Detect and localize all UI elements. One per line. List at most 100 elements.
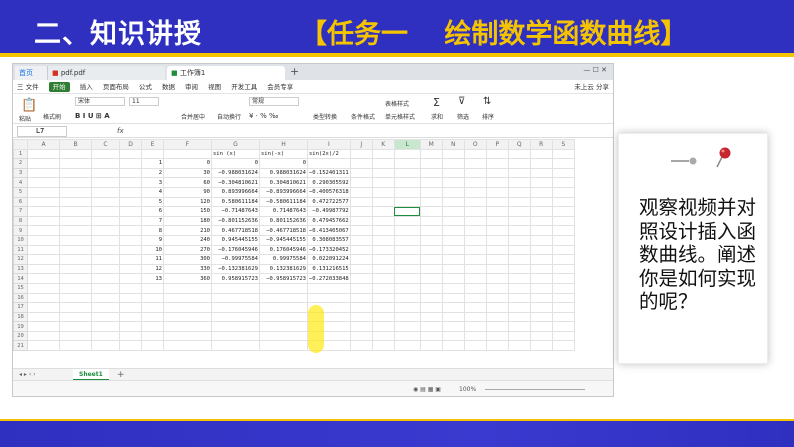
cell-o10[interactable] bbox=[463, 234, 487, 246]
menu-data[interactable]: 数据 bbox=[162, 80, 175, 94]
cell-j3[interactable] bbox=[349, 167, 373, 179]
cell-d3[interactable] bbox=[119, 167, 142, 179]
paste-icon[interactable]: 📋 bbox=[21, 98, 37, 113]
cell-j20[interactable] bbox=[349, 330, 373, 342]
cell-e16[interactable] bbox=[141, 292, 164, 304]
cell-i6[interactable]: 0.472722577 bbox=[307, 196, 351, 208]
cell-o15[interactable] bbox=[463, 282, 487, 294]
cell-l1[interactable] bbox=[393, 148, 421, 160]
cell-n4[interactable] bbox=[441, 177, 465, 188]
cell-e19[interactable] bbox=[141, 321, 164, 332]
cell-p14[interactable] bbox=[485, 273, 509, 284]
cell-d21[interactable] bbox=[119, 340, 142, 352]
cell-i14[interactable]: −0.272033848 bbox=[307, 273, 351, 284]
row-header[interactable]: 17 bbox=[13, 302, 28, 313]
cell-s17[interactable] bbox=[551, 302, 575, 313]
cell-k1[interactable] bbox=[371, 148, 395, 160]
number-format-select[interactable]: 常规 bbox=[249, 97, 299, 106]
cell-c6[interactable] bbox=[91, 196, 120, 208]
cell-n13[interactable] bbox=[441, 263, 465, 275]
column-header-d[interactable]: D bbox=[119, 139, 142, 150]
row-header[interactable]: 7 bbox=[13, 206, 28, 217]
cell-q7[interactable] bbox=[507, 206, 531, 217]
cloud-share[interactable]: 未上云 分享 bbox=[574, 80, 609, 94]
cell-c16[interactable] bbox=[91, 292, 120, 304]
cell-b2[interactable] bbox=[59, 158, 92, 169]
cell-g5[interactable]: 0.893996664 bbox=[211, 186, 260, 198]
cell-l4[interactable] bbox=[393, 177, 421, 188]
cell-p15[interactable] bbox=[485, 282, 509, 294]
cell-p19[interactable] bbox=[485, 321, 509, 332]
cell-f11[interactable]: 270 bbox=[163, 244, 212, 256]
cell-a16[interactable] bbox=[27, 292, 60, 304]
cell-l12[interactable] bbox=[393, 254, 421, 265]
cell-r2[interactable] bbox=[529, 158, 553, 169]
cell-d19[interactable] bbox=[119, 321, 142, 332]
cell-f21[interactable] bbox=[163, 340, 212, 352]
cell-d17[interactable] bbox=[119, 302, 142, 313]
cell-d5[interactable] bbox=[119, 186, 142, 198]
cell-o13[interactable] bbox=[463, 263, 487, 275]
column-header-p[interactable]: P bbox=[485, 139, 509, 150]
cell-d1[interactable] bbox=[119, 148, 142, 160]
cell-f3[interactable]: 30 bbox=[163, 167, 212, 179]
cell-e2[interactable]: 1 bbox=[141, 158, 164, 169]
cell-l6[interactable] bbox=[393, 196, 421, 208]
cell-i7[interactable]: −0.49987792 bbox=[307, 206, 351, 217]
cell-i16[interactable] bbox=[307, 292, 351, 304]
cell-k10[interactable] bbox=[371, 234, 395, 246]
cell-l3[interactable] bbox=[393, 167, 421, 179]
row-header[interactable]: 13 bbox=[13, 263, 28, 275]
cell-l20[interactable] bbox=[393, 330, 421, 342]
column-header-c[interactable]: C bbox=[91, 139, 120, 150]
cell-g18[interactable] bbox=[211, 311, 260, 323]
cell-i2[interactable] bbox=[307, 158, 351, 169]
cell-r18[interactable] bbox=[529, 311, 553, 323]
cell-c21[interactable] bbox=[91, 340, 120, 352]
font-size-select[interactable]: 11 bbox=[129, 97, 159, 106]
cell-s1[interactable] bbox=[551, 148, 575, 160]
cell-p16[interactable] bbox=[485, 292, 509, 304]
column-header-b[interactable]: B bbox=[59, 139, 92, 150]
cell-m19[interactable] bbox=[419, 321, 443, 332]
column-header-q[interactable]: Q bbox=[507, 139, 531, 150]
cell-s12[interactable] bbox=[551, 254, 575, 265]
cell-q13[interactable] bbox=[507, 263, 531, 275]
cell-h4[interactable]: 0.304810621 bbox=[259, 177, 308, 188]
cell-n17[interactable] bbox=[441, 302, 465, 313]
cell-c14[interactable] bbox=[91, 273, 120, 284]
sum-icon[interactable]: Σ bbox=[433, 96, 440, 109]
wrap-text-button[interactable]: 自动换行 bbox=[217, 112, 241, 121]
cell-c4[interactable] bbox=[91, 177, 120, 188]
cell-d6[interactable] bbox=[119, 196, 142, 208]
row-header[interactable]: 18 bbox=[13, 311, 28, 323]
cell-d7[interactable] bbox=[119, 206, 142, 217]
cell-n21[interactable] bbox=[441, 340, 465, 352]
cell-h12[interactable]: 0.99975584 bbox=[259, 254, 308, 265]
cell-n10[interactable] bbox=[441, 234, 465, 246]
cell-s10[interactable] bbox=[551, 234, 575, 246]
cell-s20[interactable] bbox=[551, 330, 575, 342]
cell-q14[interactable] bbox=[507, 273, 531, 284]
cell-e15[interactable] bbox=[141, 282, 164, 294]
cell-g11[interactable]: −0.176045946 bbox=[211, 244, 260, 256]
cell-d8[interactable] bbox=[119, 215, 142, 227]
cell-f6[interactable]: 120 bbox=[163, 196, 212, 208]
menu-member[interactable]: 会员专享 bbox=[267, 80, 293, 94]
cell-h19[interactable] bbox=[259, 321, 308, 332]
column-header-j[interactable]: J bbox=[349, 139, 373, 150]
cell-s14[interactable] bbox=[551, 273, 575, 284]
row-header[interactable]: 8 bbox=[13, 215, 28, 227]
cell-g13[interactable]: −0.132381629 bbox=[211, 263, 260, 275]
cell-style-button[interactable]: 单元格样式 bbox=[385, 112, 415, 121]
cond-format-button[interactable]: 条件格式 bbox=[351, 112, 375, 121]
cell-g14[interactable]: 0.958915723 bbox=[211, 273, 260, 284]
cell-p12[interactable] bbox=[485, 254, 509, 265]
cell-h8[interactable]: 0.801152636 bbox=[259, 215, 308, 227]
cell-p17[interactable] bbox=[485, 302, 509, 313]
cell-p7[interactable] bbox=[485, 206, 509, 217]
cell-m3[interactable] bbox=[419, 167, 443, 179]
cell-c18[interactable] bbox=[91, 311, 120, 323]
cell-d15[interactable] bbox=[119, 282, 142, 294]
cell-r16[interactable] bbox=[529, 292, 553, 304]
